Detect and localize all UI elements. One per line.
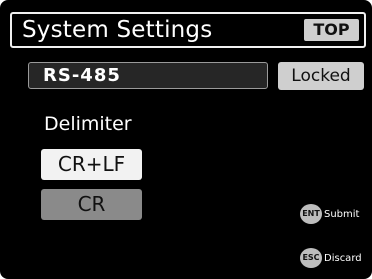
esc-key-icon: ESC xyxy=(300,248,322,268)
discard-label: Discard xyxy=(324,252,362,264)
locked-badge: Locked xyxy=(278,62,364,90)
page-title: System Settings xyxy=(22,17,213,43)
protocol-field[interactable]: RS-485 xyxy=(28,62,268,89)
delimiter-label: Delimiter xyxy=(44,113,132,135)
ent-key-icon: ENT xyxy=(300,204,322,224)
title-bar: System Settings TOP xyxy=(10,12,366,48)
delimiter-option-cr[interactable]: CR xyxy=(41,189,142,220)
settings-screen: System Settings TOP RS-485 Locked Delimi… xyxy=(0,0,372,279)
delimiter-option-crlf[interactable]: CR+LF xyxy=(41,149,142,180)
submit-label: Submit xyxy=(324,208,360,220)
discard-hint[interactable]: ESC Discard xyxy=(300,248,362,268)
submit-hint[interactable]: ENT Submit xyxy=(300,204,359,224)
top-button[interactable]: TOP xyxy=(304,19,359,41)
